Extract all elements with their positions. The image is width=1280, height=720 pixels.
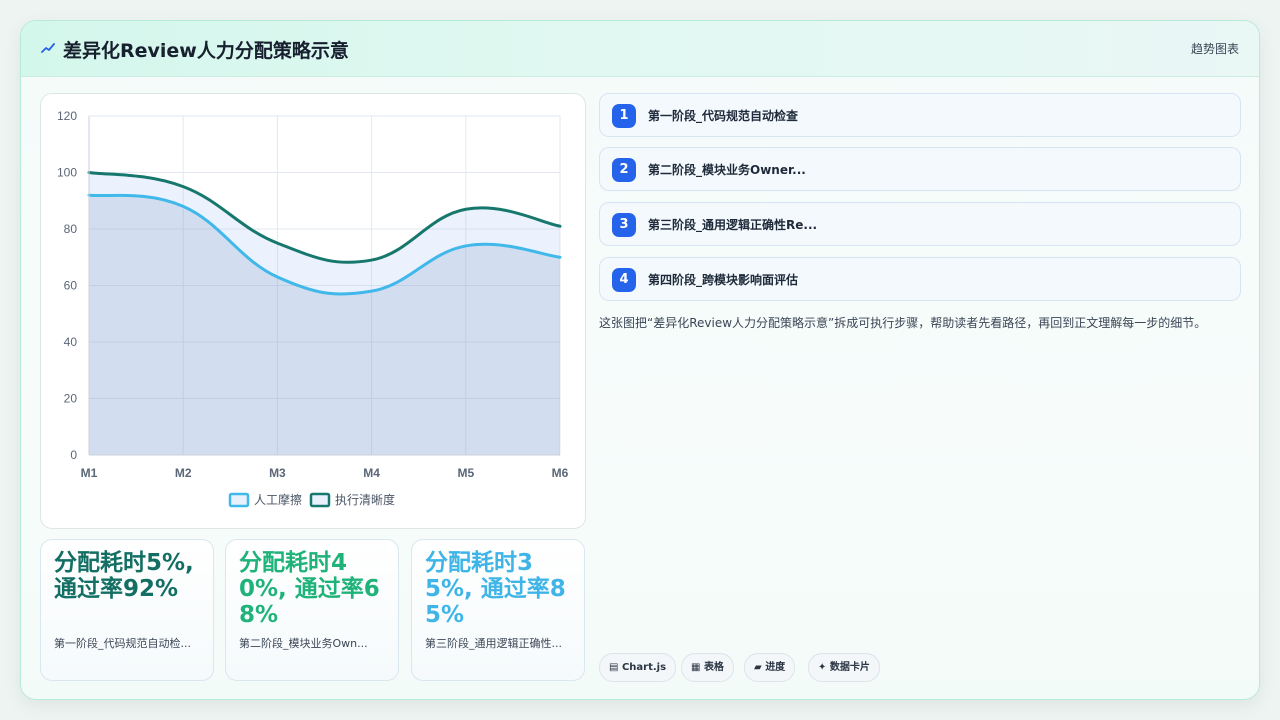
chip-label: Chart.js — [621, 662, 667, 673]
chip-label: 表格 — [703, 662, 724, 673]
y-tick-label: 120 — [57, 109, 77, 123]
stat-card: 分配耗时40%, 通过率68% 第二阶段_模块业务Own... — [225, 539, 399, 681]
legend-swatch — [309, 492, 331, 508]
legend-label: 人工摩擦 — [254, 492, 302, 507]
page-title: 差异化Review人力分配策略示意 — [63, 40, 349, 62]
step-item[interactable]: 2 第二阶段_模块业务Owner... — [599, 147, 1241, 191]
y-tick-label: 20 — [64, 392, 78, 406]
x-tick-label: M2 — [175, 466, 192, 480]
chip-label: 数据卡片 — [829, 662, 870, 673]
table-icon: ▦ — [691, 662, 701, 673]
step-number-badge: 3 — [612, 213, 636, 237]
step-item[interactable]: 1 第一阶段_代码规范自动检查 — [599, 93, 1241, 137]
stat-card: 分配耗时5%, 通过率92% 第一阶段_代码规范自动检... — [40, 539, 214, 681]
step-label: 第二阶段_模块业务Owner... — [648, 163, 806, 177]
stat-value: 分配耗时40%, 通过率68% — [239, 550, 380, 628]
chip-progress[interactable]: ▰ 进度 — [744, 653, 796, 682]
y-tick-label: 80 — [64, 222, 78, 236]
legend-swatch — [228, 492, 250, 508]
chip-table[interactable]: ▦ 表格 — [681, 653, 734, 682]
y-tick-label: 60 — [64, 279, 78, 293]
description-text: 这张图把“差异化Review人力分配策略示意”拆成可执行步骤，帮助读者先看路径，… — [599, 316, 1207, 330]
chip-data-card[interactable]: ✦ 数据卡片 — [808, 653, 880, 682]
chart-line-icon — [41, 43, 55, 53]
x-tick-label: M3 — [269, 466, 286, 480]
chart-panel: 0 20 40 60 80 100 120 M1 M2 M3 M4 M5 M6 人工摩擦 执行清晰度 — [40, 93, 586, 529]
step-number-badge: 4 — [612, 268, 636, 292]
step-label: 第三阶段_通用逻辑正确性Re... — [648, 218, 818, 232]
step-label: 第一阶段_代码规范自动检查 — [648, 109, 799, 123]
x-tick-label: M1 — [81, 466, 98, 480]
y-tick-label: 100 — [57, 166, 77, 180]
chart-icon: ▤ — [609, 662, 619, 673]
chip-chartjs[interactable]: ▤ Chart.js — [599, 653, 677, 682]
legend-label: 执行清晰度 — [335, 492, 395, 507]
x-tick-label: M6 — [552, 466, 569, 480]
progress-icon: ▰ — [754, 662, 762, 673]
x-tick-label: M4 — [363, 466, 380, 480]
stat-caption: 第二阶段_模块业务Own... — [239, 637, 368, 650]
x-tick-label: M5 — [457, 466, 474, 480]
y-tick-label: 0 — [70, 448, 77, 462]
header: 差异化Review人力分配策略示意 趋势图表 — [21, 21, 1259, 77]
step-number-badge: 1 — [612, 104, 636, 128]
y-tick-label: 40 — [64, 335, 78, 349]
line-chart: 0 20 40 60 80 100 120 M1 M2 M3 M4 M5 M6 人工摩擦 执行清晰度 — [57, 109, 569, 508]
main-card: 差异化Review人力分配策略示意 趋势图表 0 20 40 60 80 100 120 M1… — [20, 20, 1260, 700]
step-label: 第四阶段_跨模块影响面评估 — [648, 273, 799, 287]
sparkle-icon: ✦ — [818, 662, 827, 673]
step-item[interactable]: 4 第四阶段_跨模块影响面评估 — [599, 257, 1241, 301]
stat-card: 分配耗时35%, 通过率85% 第三阶段_通用逻辑正确性... — [411, 539, 585, 681]
step-item[interactable]: 3 第三阶段_通用逻辑正确性Re... — [599, 202, 1241, 246]
step-number-badge: 2 — [612, 158, 636, 182]
stat-caption: 第一阶段_代码规范自动检... — [54, 637, 191, 650]
stat-caption: 第三阶段_通用逻辑正确性... — [425, 637, 562, 650]
stat-value: 分配耗时5%, 通过率92% — [54, 550, 194, 602]
chart-type-tag: 趋势图表 — [1190, 42, 1239, 56]
chip-label: 进度 — [765, 662, 786, 673]
stat-value: 分配耗时35%, 通过率85% — [425, 550, 566, 628]
